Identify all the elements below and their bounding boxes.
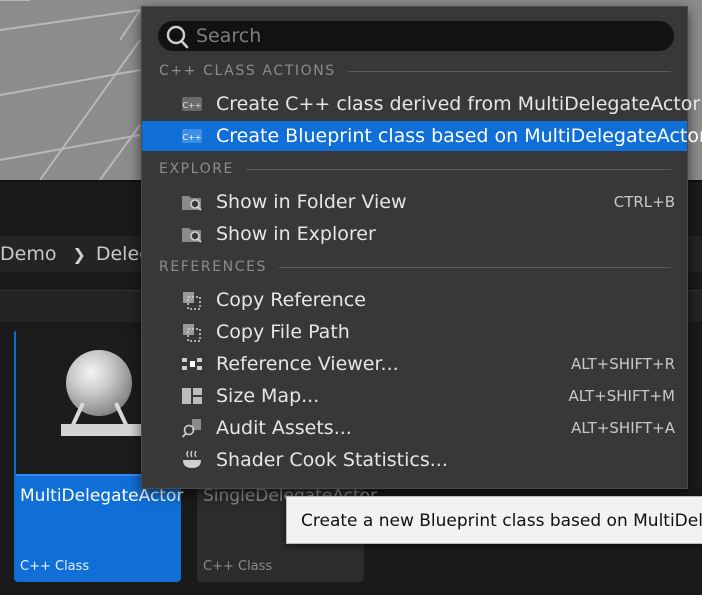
menu-item-show-in-explorer[interactable]: Show in Explorer	[142, 219, 687, 249]
size-map-icon	[182, 388, 202, 404]
svg-text:C++: C++	[183, 101, 202, 110]
section-header-cpp-class-actions: C++ CLASS ACTIONS	[159, 63, 671, 79]
asset-type: C++ Class	[203, 559, 273, 574]
asset-context-menu: C++ CLASS ACTIONS C++ Create C++ class d…	[141, 6, 702, 489]
section-header-explore: EXPLORE	[159, 161, 671, 177]
editor-window: Demo ❯ Deleg MultiDelegateActor C++ Clas…	[0, 0, 702, 595]
menu-item-audit-assets[interactable]: Audit Assets... ALT+SHIFT+A	[142, 413, 687, 443]
menu-item-shader-cook-statistics[interactable]: Shader Cook Statistics...	[142, 445, 687, 475]
shortcut-label: CTRL+B	[613, 193, 675, 211]
svg-text:C++: C++	[183, 133, 202, 142]
shortcut-label: ALT+SHIFT+A	[571, 419, 675, 437]
asset-name: MultiDelegateActor	[20, 486, 184, 506]
reference-viewer-icon	[182, 358, 202, 370]
section-header-references: REFERENCES	[159, 259, 671, 275]
asset-type: C++ Class	[20, 559, 90, 574]
chevron-right-icon: ❯	[72, 244, 86, 264]
folder-search-icon	[182, 196, 202, 211]
menu-item-copy-file-path[interactable]: Copy File Path	[142, 317, 687, 347]
menu-item-show-in-folder-view[interactable]: Show in Folder View CTRL+B	[142, 187, 687, 217]
search-input[interactable]	[196, 21, 666, 51]
menu-search-box[interactable]	[158, 21, 674, 51]
copy-reference-icon	[183, 292, 201, 310]
copy-file-path-icon	[183, 324, 201, 342]
menu-item-reference-viewer[interactable]: Reference Viewer... ALT+SHIFT+R	[142, 349, 687, 379]
shader-stats-icon	[183, 450, 201, 468]
shortcut-label: ALT+SHIFT+R	[570, 355, 675, 373]
audit-assets-icon	[181, 419, 201, 438]
breadcrumb-item-demo[interactable]: Demo	[0, 243, 56, 265]
cpp-class-icon: C++	[182, 97, 202, 111]
tooltip: Create a new Blueprint class based on Mu…	[286, 496, 702, 544]
shortcut-label: ALT+SHIFT+M	[568, 387, 675, 405]
menu-item-size-map[interactable]: Size Map... ALT+SHIFT+M	[142, 381, 687, 411]
search-icon	[166, 25, 189, 49]
pedestal-icon	[61, 424, 141, 436]
cpp-class-icon: C++	[182, 129, 202, 143]
menu-item-copy-reference[interactable]: Copy Reference	[142, 285, 687, 315]
folder-search-icon	[182, 228, 202, 243]
menu-item-create-blueprint-class[interactable]: C++ Create Blueprint class based on Mult…	[142, 121, 702, 151]
menu-item-create-cpp-class[interactable]: C++ Create C++ class derived from MultiD…	[142, 89, 700, 119]
sphere-icon	[66, 350, 132, 416]
